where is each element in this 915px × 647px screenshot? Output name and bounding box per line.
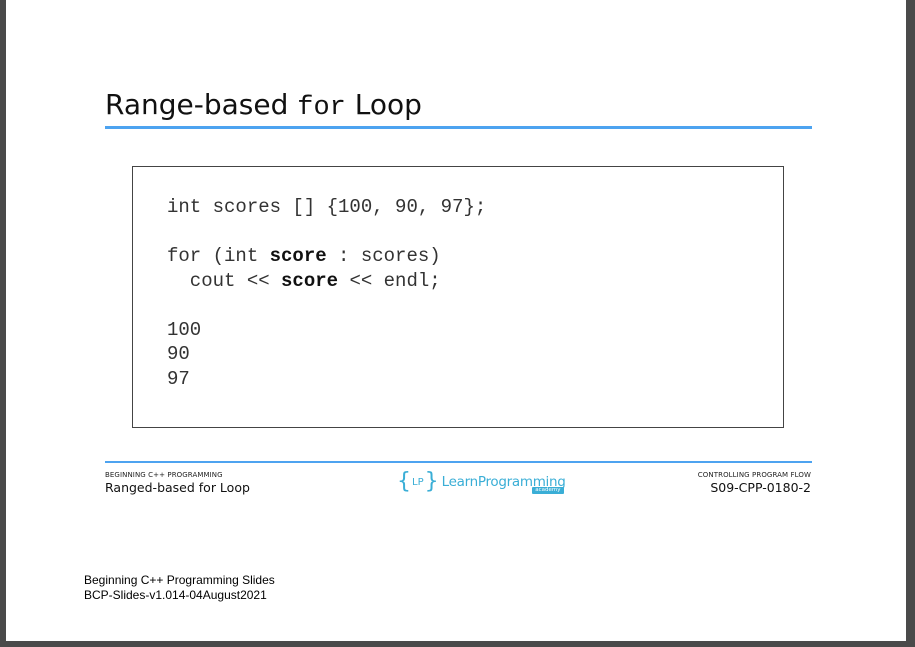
logo-brace-open: {	[397, 469, 411, 494]
footer-course-label: BEGINNING C++ PROGRAMMING	[105, 471, 223, 479]
footer-rule	[105, 461, 812, 463]
document-notes: Beginning C++ Programming Slides BCP-Sli…	[84, 573, 275, 603]
code-for-part-c: : scores)	[326, 245, 441, 267]
output-line-3: 97	[167, 367, 190, 390]
logo-lp-mark: LP	[412, 476, 424, 488]
learnprogramming-logo: { LP } LearnProgramming academy	[397, 469, 566, 495]
slide-page: Range-based for Loop int scores [] {100,…	[6, 0, 906, 641]
notes-title: Beginning C++ Programming Slides	[84, 573, 275, 587]
code-cout-part-c: << endl;	[338, 269, 441, 292]
footer-slide-topic: Ranged-based for Loop	[105, 480, 250, 495]
notes-version: BCP-Slides-v1.014-04August2021	[84, 588, 267, 602]
output-line-2: 90	[167, 343, 190, 365]
code-cout-part-a: cout <<	[167, 269, 282, 292]
title-suffix: Loop	[345, 88, 422, 121]
logo-brace-close: }	[424, 469, 439, 494]
output-line-1: 100	[167, 318, 202, 341]
title-underline	[105, 126, 812, 129]
code-cout-variable: score	[281, 269, 339, 292]
code-box: int scores [] {100, 90, 97}; for (int sco…	[132, 166, 784, 428]
code-for-variable: score	[269, 245, 327, 267]
code-line-for: for (int score : scores)	[167, 244, 486, 269]
code-for-part-a: for (int	[167, 245, 270, 267]
code-block: int scores [] {100, 90, 97}; for (int sco…	[167, 195, 486, 391]
title-prefix: Range-based	[105, 88, 298, 121]
footer-section-label: CONTROLLING PROGRAM FLOW	[697, 471, 811, 479]
title-code-keyword: for	[297, 93, 346, 123]
slide-title: Range-based for Loop	[105, 88, 422, 123]
logo-academy-tag: academy	[532, 487, 564, 494]
footer-slide-id: S09-CPP-0180-2	[710, 480, 811, 495]
code-line-cout: cout << score << endl;	[167, 269, 486, 294]
code-line-declaration: int scores [] {100, 90, 97};	[167, 196, 487, 218]
